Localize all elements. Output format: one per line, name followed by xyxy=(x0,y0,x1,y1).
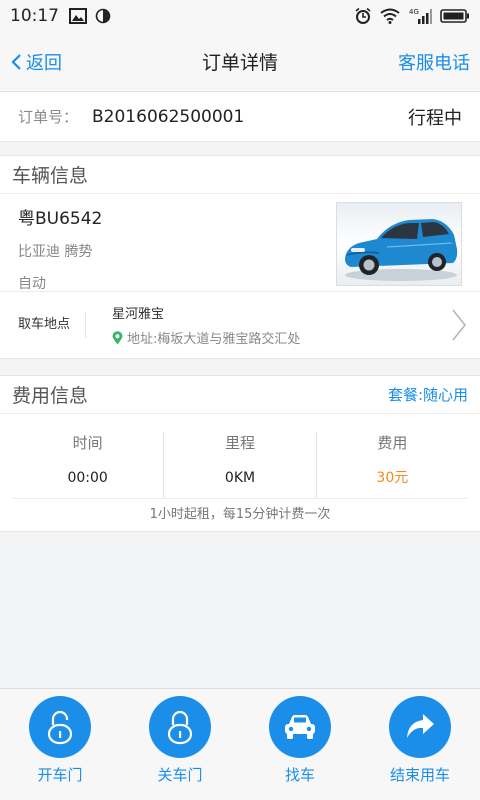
order-number-label: 订单号： xyxy=(18,108,79,126)
bottom-action-bar: 开车门 关车门 找车 结束用车 xyxy=(0,688,480,800)
fee-header-time: 时间 xyxy=(72,434,103,452)
share-arrow-icon xyxy=(407,714,434,738)
fee-value-cost: 30元 xyxy=(376,470,409,486)
order-number-value: B2016062500001 xyxy=(92,106,245,127)
network-type-label: 4G xyxy=(409,8,419,16)
car-icon xyxy=(285,715,315,739)
customer-service-phone-button[interactable]: 客服电话 xyxy=(398,49,470,75)
pickup-location-label: 取车地点 xyxy=(18,312,86,338)
package-label[interactable]: 套餐:随心用 xyxy=(388,384,468,405)
license-plate: 粤BU6542 xyxy=(18,209,103,229)
chevron-left-icon xyxy=(11,53,21,70)
fee-header-cost: 费用 xyxy=(377,434,408,452)
chevron-right-icon xyxy=(452,309,467,341)
status-bar: 10:17 4G xyxy=(0,0,480,32)
vehicle-info-section: 车辆信息 粤BU6542 比亚迪 腾势 自动 取车地点 星河雅宝 地址:梅坂大道… xyxy=(0,155,480,359)
end-rental-label: 结束用车 xyxy=(389,766,450,784)
find-car-label: 找车 xyxy=(284,766,315,784)
end-rental-button[interactable]: 结束用车 xyxy=(360,689,480,800)
fee-section-title: 费用信息 xyxy=(12,385,89,407)
unlock-icon xyxy=(47,710,73,745)
pickup-location-name: 星河雅宝 xyxy=(112,307,165,322)
billing-note: 1小时起租，每15分钟计费一次 xyxy=(149,507,331,522)
lock-icon xyxy=(167,710,193,745)
fee-column-cost: 费用 30元 xyxy=(315,432,468,498)
location-pin-icon xyxy=(112,330,123,344)
wifi-icon xyxy=(380,8,400,24)
lock-door-label: 关车门 xyxy=(157,766,203,784)
vehicle-model: 比亚迪 腾势 xyxy=(18,244,93,260)
image-notification-icon xyxy=(69,8,87,24)
back-label: 返回 xyxy=(26,52,62,74)
lock-door-button[interactable]: 关车门 xyxy=(120,689,240,800)
vehicle-section-header: 车辆信息 xyxy=(0,156,480,194)
unlock-door-button[interactable]: 开车门 xyxy=(0,689,120,800)
car-photo xyxy=(336,202,462,286)
vehicle-card: 粤BU6542 比亚迪 腾势 自动 xyxy=(0,194,480,292)
find-car-button[interactable]: 找车 xyxy=(240,689,360,800)
signal-icon: 4G xyxy=(409,8,432,24)
unlock-door-label: 开车门 xyxy=(37,766,83,784)
fee-header-mileage: 里程 xyxy=(224,434,255,452)
nav-bar: 返回 订单详情 客服电话 xyxy=(0,32,480,92)
vehicle-section-title: 车辆信息 xyxy=(12,165,89,187)
pickup-location-row[interactable]: 取车地点 星河雅宝 地址:梅坂大道与雅宝路交汇处 xyxy=(0,292,480,358)
car-image xyxy=(345,219,458,281)
vehicle-transmission: 自动 xyxy=(18,276,46,292)
fee-value-mileage: 0KM xyxy=(224,470,256,486)
battery-icon xyxy=(440,9,469,23)
fee-column-time: 时间 00:00 xyxy=(12,432,163,498)
half-circle-icon xyxy=(95,8,111,24)
pickup-location-address: 地址:梅坂大道与雅宝路交汇处 xyxy=(127,332,301,347)
fee-value-time: 00:00 xyxy=(67,470,108,486)
order-number-bar: 订单号： B2016062500001 行程中 xyxy=(0,92,480,142)
order-status: 行程中 xyxy=(408,107,462,129)
fee-table: 时间 00:00 里程 0KM 费用 30元 xyxy=(12,432,468,499)
fee-info-section: 费用信息 套餐:随心用 时间 00:00 里程 0KM 费用 30元 1小时起租… xyxy=(0,375,480,532)
status-time: 10:17 xyxy=(10,6,59,26)
alarm-icon xyxy=(355,7,371,24)
back-button[interactable]: 返回 xyxy=(10,49,62,75)
fee-section-header: 费用信息 套餐:随心用 xyxy=(0,376,480,414)
fee-column-mileage: 里程 0KM xyxy=(163,432,315,498)
